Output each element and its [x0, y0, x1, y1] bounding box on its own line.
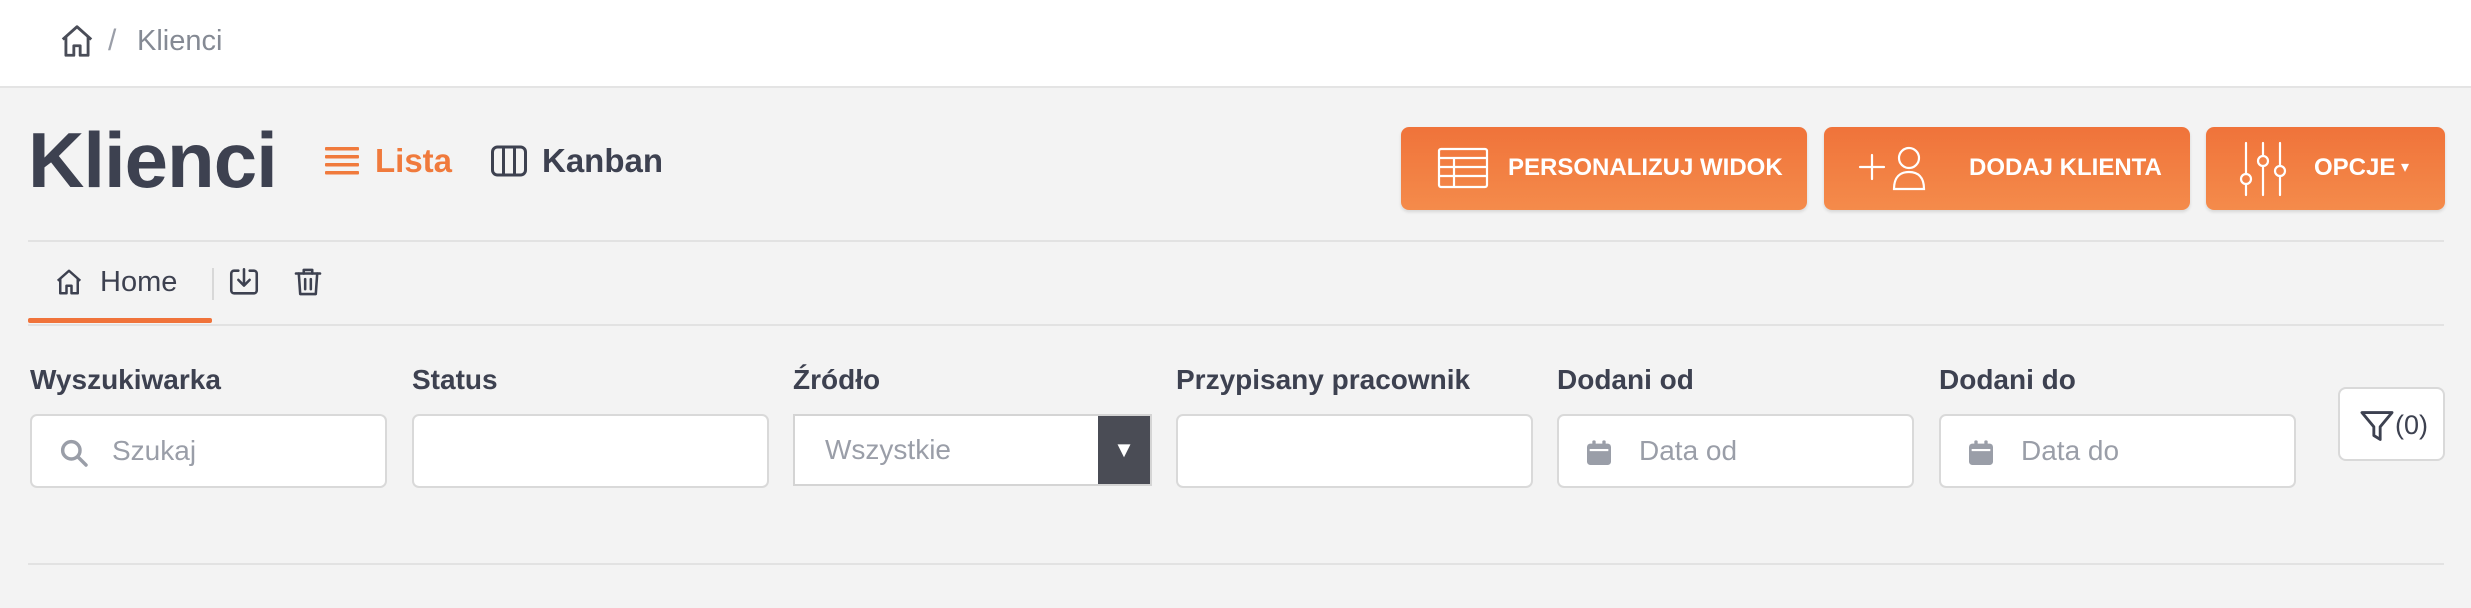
- source-selected-value: Wszystkie: [825, 434, 951, 465]
- search-field[interactable]: [30, 414, 387, 488]
- view-kanban-button[interactable]: Kanban: [490, 136, 663, 186]
- breadcrumb-separator: /: [108, 24, 117, 57]
- header-divider: [28, 240, 2444, 242]
- status-input[interactable]: [434, 416, 744, 486]
- source-select[interactable]: Wszystkie ▼: [793, 414, 1152, 486]
- caret-down-icon: ▾: [2401, 159, 2410, 176]
- view-list-label: Lista: [375, 142, 453, 179]
- date-to-input[interactable]: [2021, 416, 2281, 486]
- date-from-input[interactable]: [1639, 416, 1899, 486]
- filter-button[interactable]: (0): [2338, 387, 2445, 461]
- home-icon: [56, 269, 82, 295]
- date-from-field[interactable]: [1557, 414, 1914, 488]
- table-icon: [1437, 147, 1489, 189]
- trash-icon[interactable]: [291, 265, 325, 299]
- tabs-divider: [28, 324, 2444, 326]
- tab-home-label: Home: [100, 266, 178, 298]
- view-list-button[interactable]: Lista: [323, 136, 452, 186]
- breadcrumb-current: Klienci: [137, 25, 223, 57]
- status-field[interactable]: [412, 414, 769, 488]
- date-from-label: Dodani od: [1557, 364, 1694, 395]
- view-kanban-label: Kanban: [542, 142, 664, 179]
- tab-separator: [212, 268, 214, 300]
- tab-home[interactable]: Home: [28, 256, 212, 323]
- status-label: Status: [412, 364, 498, 395]
- assigned-employee-label: Przypisany pracownik: [1176, 364, 1471, 395]
- search-label: Wyszukiwarka: [30, 364, 221, 395]
- add-client-button[interactable]: DODAJ KLIENTA: [1824, 127, 2190, 210]
- source-label: Źródło: [793, 364, 881, 395]
- breadcrumb-bar: / Klienci: [0, 0, 2471, 88]
- calendar-icon: [1587, 440, 1611, 465]
- active-tab-indicator: [28, 318, 212, 323]
- assigned-employee-input[interactable]: [1198, 416, 1508, 486]
- filter-count: (0): [2395, 410, 2428, 440]
- search-input[interactable]: [112, 416, 372, 486]
- list-icon: [325, 147, 359, 175]
- sliders-icon: [2239, 141, 2287, 197]
- page-title: Klienci: [28, 116, 278, 204]
- assigned-employee-field[interactable]: [1176, 414, 1533, 488]
- options-button[interactable]: OPCJE ▾: [2206, 127, 2445, 210]
- add-user-icon: [1858, 146, 1926, 191]
- filter-icon: [2360, 411, 2394, 441]
- add-client-label: DODAJ KLIENTA: [1969, 154, 2162, 181]
- search-icon: [60, 439, 88, 467]
- breadcrumb-home-icon[interactable]: [58, 22, 96, 60]
- date-to-label: Dodani do: [1939, 364, 2076, 395]
- personalize-view-label: PERSONALIZUJ WIDOK: [1508, 154, 1783, 181]
- save-view-icon[interactable]: [227, 265, 261, 299]
- kanban-columns-icon: [491, 145, 527, 177]
- personalize-view-button[interactable]: PERSONALIZUJ WIDOK: [1401, 127, 1807, 210]
- options-label: OPCJE: [2314, 154, 2396, 181]
- select-arrow-icon: ▼: [1098, 416, 1150, 484]
- calendar-icon: [1969, 440, 1993, 465]
- filters-divider: [28, 563, 2444, 565]
- date-to-field[interactable]: [1939, 414, 2296, 488]
